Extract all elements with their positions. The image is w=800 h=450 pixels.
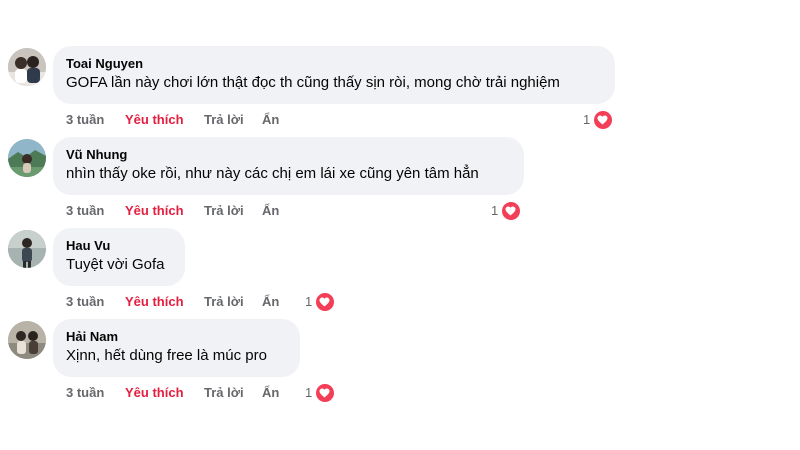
comment-item: Vũ Nhung nhìn thấy oke rồi, như này các … bbox=[0, 137, 800, 227]
reply-button[interactable]: Trả lời bbox=[204, 384, 244, 402]
comment-text: Xịnn, hết dùng free là múc pro bbox=[66, 347, 267, 364]
comment-author[interactable]: Toai Nguyen bbox=[66, 55, 602, 72]
avatar-photo-icon bbox=[8, 48, 46, 86]
heart-icon bbox=[501, 201, 521, 221]
avatar[interactable] bbox=[8, 48, 46, 86]
comment-bubble: Hau Vu Tuyệt vời Gofa bbox=[53, 228, 185, 286]
reaction-count: 1 bbox=[491, 203, 499, 218]
comment-timestamp[interactable]: 3 tuần bbox=[66, 111, 104, 129]
avatar-photo-icon bbox=[8, 230, 46, 268]
reply-button[interactable]: Trả lời bbox=[204, 293, 244, 311]
hide-button[interactable]: Ẩn bbox=[262, 111, 279, 129]
comment-item: Hau Vu Tuyệt vời Gofa 3 tuần Yêu thích T… bbox=[0, 228, 800, 318]
like-button[interactable]: Yêu thích bbox=[125, 111, 184, 129]
comment-bubble: Hải Nam Xịnn, hết dùng free là múc pro bbox=[53, 319, 300, 377]
comment-text: nhìn thấy oke rồi, như này các chị em lá… bbox=[66, 165, 479, 182]
hide-button[interactable]: Ẩn bbox=[262, 293, 279, 311]
avatar-photo-icon bbox=[8, 321, 46, 359]
comment-timestamp[interactable]: 3 tuần bbox=[66, 202, 104, 220]
heart-icon bbox=[315, 383, 335, 403]
comment-text: GOFA lần này chơi lớn thật đọc th cũng t… bbox=[66, 74, 560, 91]
comment-text: Tuyệt vời Gofa bbox=[66, 256, 165, 273]
comment-author[interactable]: Hải Nam bbox=[66, 328, 287, 345]
hide-button[interactable]: Ẩn bbox=[262, 384, 279, 402]
like-button[interactable]: Yêu thích bbox=[125, 293, 184, 311]
reply-button[interactable]: Trả lời bbox=[204, 202, 244, 220]
reply-button[interactable]: Trả lời bbox=[204, 111, 244, 129]
comment-bubble: Vũ Nhung nhìn thấy oke rồi, như này các … bbox=[53, 137, 524, 195]
avatar[interactable] bbox=[8, 230, 46, 268]
reaction-count: 1 bbox=[583, 112, 591, 127]
avatar[interactable] bbox=[8, 321, 46, 359]
avatar-photo-icon bbox=[8, 139, 46, 177]
hide-button[interactable]: Ẩn bbox=[262, 202, 279, 220]
like-button[interactable]: Yêu thích bbox=[125, 384, 184, 402]
comment-item: Hải Nam Xịnn, hết dùng free là múc pro 3… bbox=[0, 319, 800, 409]
like-button[interactable]: Yêu thích bbox=[125, 202, 184, 220]
heart-icon bbox=[315, 292, 335, 312]
avatar[interactable] bbox=[8, 139, 46, 177]
comment-author[interactable]: Hau Vu bbox=[66, 237, 172, 254]
comment-bubble: Toai Nguyen GOFA lần này chơi lớn thật đ… bbox=[53, 46, 615, 104]
reaction-count: 1 bbox=[305, 294, 313, 309]
reaction-count: 1 bbox=[305, 385, 313, 400]
comment-author[interactable]: Vũ Nhung bbox=[66, 146, 511, 163]
heart-icon bbox=[593, 110, 613, 130]
comment-item: Toai Nguyen GOFA lần này chơi lớn thật đ… bbox=[0, 46, 800, 136]
comment-thread: Toai Nguyen GOFA lần này chơi lớn thật đ… bbox=[0, 0, 800, 450]
comment-timestamp[interactable]: 3 tuần bbox=[66, 293, 104, 311]
comment-timestamp[interactable]: 3 tuần bbox=[66, 384, 104, 402]
